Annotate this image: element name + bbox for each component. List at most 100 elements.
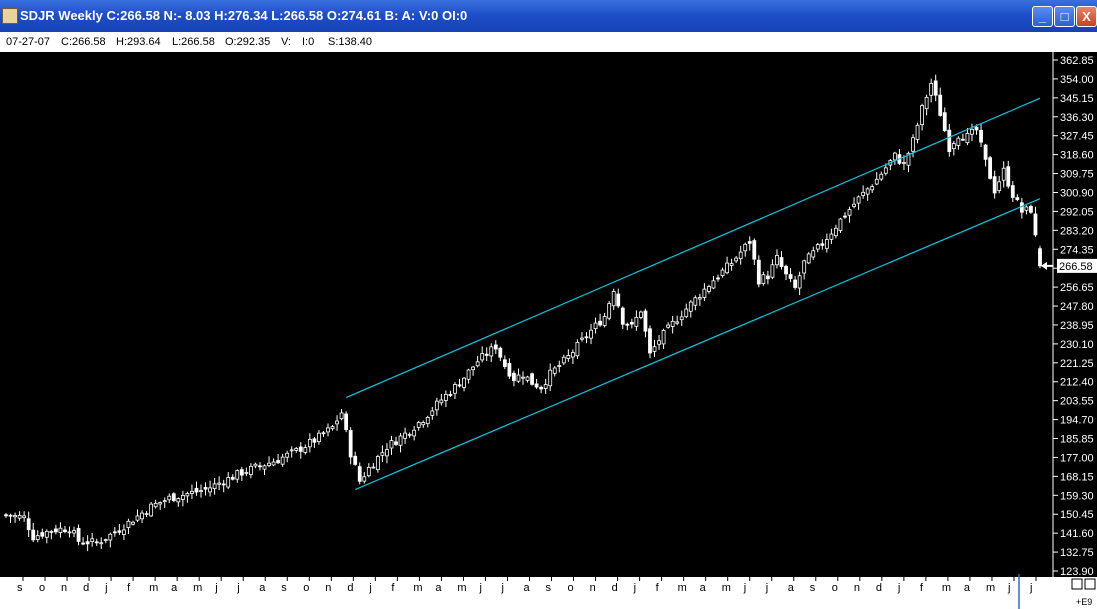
candle-body	[489, 346, 494, 357]
candle-body	[357, 466, 362, 482]
candle-body	[162, 500, 167, 503]
x-tick-label: j	[1029, 582, 1032, 594]
candle-body	[811, 250, 816, 258]
candle-body	[63, 529, 67, 533]
x-tick-label: j	[478, 582, 481, 594]
candle-body	[820, 243, 825, 246]
candle-body	[140, 512, 144, 520]
candle-body	[389, 440, 394, 449]
candle-body	[756, 259, 761, 285]
y-tick-label: 238.95	[1060, 320, 1094, 332]
candle-body	[239, 469, 244, 476]
candle-body	[752, 240, 757, 260]
y-tick-label: 336.30	[1060, 112, 1094, 124]
candle-body	[258, 465, 262, 468]
candle-body	[580, 337, 584, 340]
candle-body	[430, 410, 435, 416]
candle-body	[158, 502, 163, 505]
info-low: L:266.58	[172, 36, 215, 48]
x-tick-label: a	[435, 582, 442, 594]
x-tick-label: a	[259, 582, 266, 594]
candle-body	[521, 376, 525, 379]
x-tick-label: m	[149, 582, 158, 594]
info-open: O:292.35	[225, 36, 271, 48]
candle-body	[230, 476, 235, 480]
candle-body	[861, 191, 866, 196]
candle-body	[611, 291, 616, 307]
candle-body	[988, 157, 993, 179]
candle-body	[17, 515, 22, 519]
lower-channel-line[interactable]	[354, 198, 1041, 491]
y-tick-label: 177.00	[1060, 452, 1094, 464]
candle-body	[285, 452, 290, 458]
candle-body	[516, 374, 521, 382]
candle-body	[661, 329, 666, 345]
candle-body	[462, 377, 466, 388]
y-tick-label: 141.60	[1060, 528, 1094, 540]
candle-body	[448, 394, 453, 396]
candle-body	[1015, 197, 1020, 201]
x-tick-label: j	[765, 582, 768, 594]
y-tick-label: 159.30	[1060, 490, 1094, 502]
candle-body	[747, 241, 752, 244]
axis-zoom-button[interactable]	[1084, 578, 1096, 590]
candle-body	[625, 323, 630, 326]
candle-body	[915, 124, 920, 140]
last-price-label: 266.58	[1059, 261, 1093, 273]
candle-body	[788, 274, 793, 279]
candle-body	[122, 529, 126, 535]
candle-body	[779, 257, 784, 267]
candle-body	[112, 531, 117, 534]
y-tick-label: 274.35	[1060, 244, 1094, 256]
y-tick-label: 168.15	[1060, 471, 1094, 483]
candle-body	[793, 279, 798, 288]
x-tick-label: s	[281, 582, 287, 594]
candle-body	[339, 412, 344, 420]
candle-body	[108, 533, 113, 541]
candle-body	[321, 432, 326, 435]
candle-body	[902, 162, 906, 164]
candle-body	[711, 280, 716, 289]
candle-body	[602, 316, 607, 326]
candle-body	[1010, 185, 1015, 198]
candle-body	[802, 260, 807, 274]
candle-body	[974, 126, 979, 131]
candle-body	[335, 420, 339, 425]
candle-body	[149, 503, 154, 517]
y-tick-label: 247.80	[1060, 301, 1094, 313]
x-tick-label: n	[325, 582, 331, 594]
candle-body	[670, 320, 675, 327]
minimize-button[interactable]: _	[1032, 6, 1053, 27]
candle-body	[344, 413, 349, 430]
y-tick-label: 300.90	[1060, 187, 1094, 199]
x-tick-label: m	[413, 582, 422, 594]
candle-body	[484, 353, 489, 356]
x-tick-label: d	[876, 582, 882, 594]
y-tick-label: 221.25	[1060, 358, 1094, 370]
x-tick-label: j	[897, 582, 900, 594]
axis-scale-button[interactable]	[1071, 578, 1083, 590]
price-chart[interactable]: 362.85 354.00 345.15 336.30 327.45 318.60 309.…	[0, 52, 1097, 609]
x-tick-label: j	[633, 582, 636, 594]
x-axis: sondjfmamjjasondjfmamjjasondjfmamjjasond…	[0, 574, 1097, 609]
candle-body	[76, 527, 81, 542]
candle-body	[49, 531, 54, 533]
candle-body	[126, 520, 131, 528]
candle-body	[525, 376, 530, 381]
candle-body	[1019, 202, 1024, 213]
candle-body	[67, 531, 72, 534]
candle-body	[167, 495, 172, 501]
maximize-button[interactable]: □	[1054, 6, 1075, 27]
candle-body	[892, 152, 897, 161]
y-tick-label: 318.60	[1060, 150, 1094, 162]
candle-body	[235, 470, 240, 480]
candle-body	[298, 446, 303, 452]
y-tick-label: 194.70	[1060, 415, 1094, 427]
candle-body	[176, 498, 181, 503]
candle-body	[58, 527, 63, 533]
close-button[interactable]: X	[1076, 6, 1097, 27]
candle-body	[838, 218, 843, 231]
candle-body	[466, 369, 471, 380]
candle-body	[634, 316, 639, 327]
upper-channel-line[interactable]	[345, 97, 1041, 399]
